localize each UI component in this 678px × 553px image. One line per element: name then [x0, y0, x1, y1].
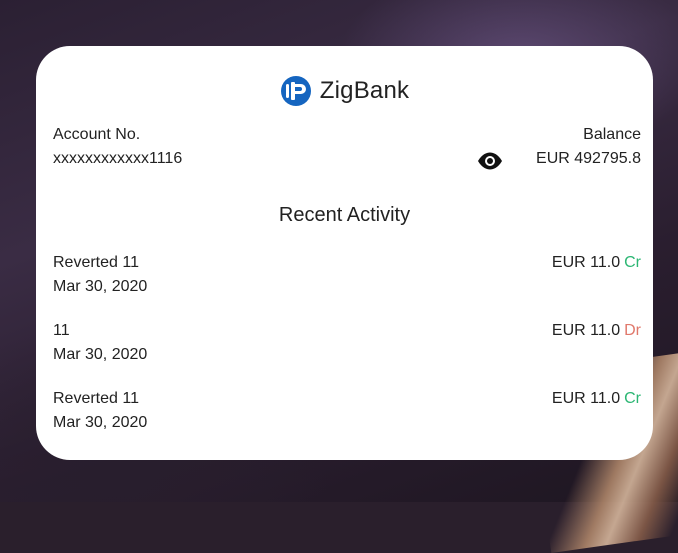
transaction-type-credit: Cr [624, 390, 641, 407]
transaction-amount-value: EUR 11.0 [551, 390, 621, 407]
transaction-type-debit: Dr [624, 322, 641, 339]
transaction-row[interactable]: Reverted 11 Mar 30, 2020 EUR 11.0 Cr [53, 254, 641, 304]
eye-icon[interactable] [477, 152, 503, 170]
account-number: xxxxxxxxxxxx1116 [53, 150, 183, 167]
transaction-amount-value: EUR 11.0 [551, 254, 621, 271]
recent-activity-title: Recent Activity [278, 204, 411, 226]
transaction-amount-value: EUR 11.0 [551, 322, 621, 339]
transaction-description: 11 [53, 322, 70, 339]
transaction-date: Mar 30, 2020 [53, 414, 148, 431]
transaction-row[interactable]: Reverted 11 Mar 30, 2020 EUR 11.0 Cr [53, 390, 641, 440]
transaction-amount: EUR 11.0 Cr [552, 390, 641, 408]
transaction-date: Mar 30, 2020 [53, 278, 148, 295]
transaction-row[interactable]: 11 Mar 30, 2020 EUR 11.0 Dr [53, 322, 641, 372]
brand-header: ZigBank [36, 74, 653, 108]
transaction-amount: EUR 11.0 Dr [552, 322, 641, 340]
transaction-date: Mar 30, 2020 [53, 346, 148, 363]
balance-label: Balance [583, 126, 641, 143]
account-number-label: Account No. [53, 126, 141, 143]
transaction-description: Reverted 11 [53, 390, 139, 407]
transaction-amount: EUR 11.0 Cr [552, 254, 641, 272]
transaction-description: Reverted 11 [53, 254, 139, 271]
zigbank-logo-icon [280, 76, 311, 106]
balance-value: EUR 492795.8 [536, 150, 641, 167]
account-widget-card[interactable]: ZigBank Account No. xxxxxxxxxxxx1116 Bal… [36, 46, 653, 460]
transaction-type-credit: Cr [624, 254, 641, 271]
brand-name: ZigBank [319, 77, 410, 104]
